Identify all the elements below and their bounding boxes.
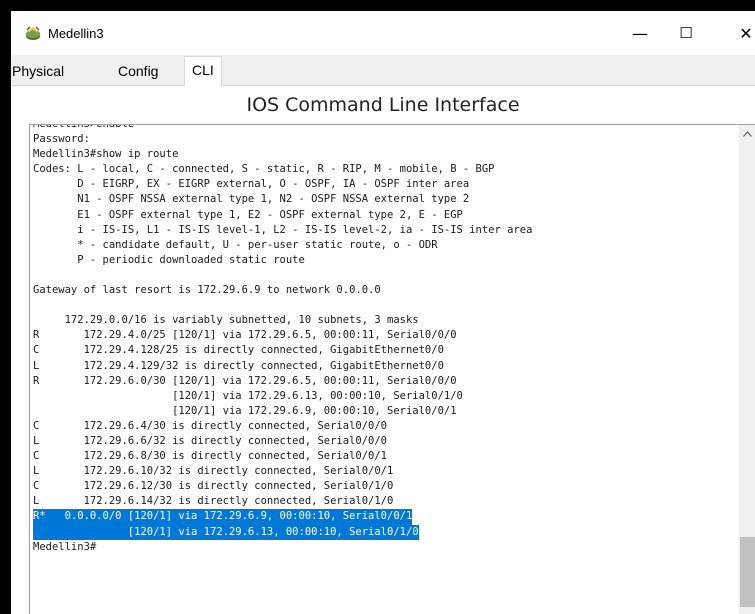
scroll-thumb[interactable] bbox=[740, 537, 755, 607]
terminal-line: [120/1] via 172.29.6.13, 00:00:10, Seria… bbox=[33, 524, 532, 540]
line-text: L 172.29.6.10/32 is directly connected, … bbox=[33, 465, 394, 478]
line-text: Medellin3# bbox=[33, 540, 97, 553]
panel-heading: IOS Command Line Interface bbox=[246, 94, 520, 116]
close-button[interactable]: ✕ bbox=[723, 11, 755, 55]
terminal-line: Medellin3# bbox=[33, 540, 532, 555]
line-text: R 172.29.4.0/25 [120/1] via 172.29.6.5, … bbox=[33, 329, 457, 342]
terminal-line: Medellin3>enable bbox=[33, 124, 532, 132]
line-text: Codes: L - local, C - connected, S - sta… bbox=[33, 163, 495, 176]
vertical-scrollbar[interactable] bbox=[739, 125, 755, 614]
terminal-line: C 172.29.6.4/30 is directly connected, S… bbox=[33, 419, 532, 434]
terminal-line: L 172.29.6.14/32 is directly connected, … bbox=[33, 494, 532, 509]
line-text: C 172.29.6.12/30 is directly connected, … bbox=[33, 480, 394, 493]
tab-bar: Physical Config CLI bbox=[11, 55, 755, 87]
terminal-line: C 172.29.4.128/25 is directly connected,… bbox=[33, 343, 532, 358]
terminal-line: i - IS-IS, L1 - IS-IS level-1, L2 - IS-I… bbox=[33, 223, 532, 238]
terminal-line: Codes: L - local, C - connected, S - sta… bbox=[33, 162, 532, 177]
terminal-line: R 172.29.6.0/30 [120/1] via 172.29.6.5, … bbox=[33, 374, 532, 389]
line-text: L 172.29.6.14/32 is directly connected, … bbox=[33, 495, 394, 508]
line-text: * - candidate default, U - per-user stat… bbox=[33, 238, 438, 251]
line-text: Medellin3>enable bbox=[33, 124, 135, 130]
terminal-line: 172.29.0.0/16 is variably subnetted, 10 … bbox=[33, 313, 532, 328]
line-text: C 172.29.4.128/25 is directly connected,… bbox=[33, 344, 444, 357]
terminal-line: R 172.29.4.0/25 [120/1] via 172.29.6.5, … bbox=[33, 328, 532, 343]
terminal-line: D - EIGRP, EX - EIGRP external, O - OSPF… bbox=[33, 177, 532, 192]
tab-physical[interactable]: Physical bbox=[11, 59, 71, 83]
selected-line-text: [120/1] via 172.29.6.13, 00:00:10, Seria… bbox=[33, 524, 419, 540]
line-text: E1 - OSPF external type 1, E2 - OSPF ext… bbox=[33, 208, 463, 221]
line-text: [120/1] via 172.29.6.13, 00:00:10, Seria… bbox=[33, 389, 463, 402]
terminal-line: L 172.29.6.6/32 is directly connected, S… bbox=[33, 434, 532, 449]
terminal-line: L 172.29.4.129/32 is directly connected,… bbox=[33, 359, 532, 374]
title-bar[interactable]: Medellin3 — ☐ ✕ bbox=[11, 11, 755, 55]
terminal-line: Medellin3#show ip route bbox=[33, 147, 532, 162]
line-text: P - periodic downloaded static route bbox=[33, 253, 305, 266]
terminal-line: C 172.29.6.12/30 is directly connected, … bbox=[33, 479, 532, 494]
line-text: R 172.29.6.0/30 [120/1] via 172.29.6.5, … bbox=[33, 374, 457, 387]
tab-cli[interactable]: CLI bbox=[184, 56, 222, 87]
tab-config[interactable]: Config bbox=[111, 59, 165, 83]
line-text: C 172.29.6.8/30 is directly connected, S… bbox=[33, 450, 388, 463]
selected-line-text: R* 0.0.0.0/0 [120/1] via 172.29.6.9, 00:… bbox=[33, 509, 413, 525]
line-text: Medellin3#show ip route bbox=[33, 148, 179, 161]
line-text: 172.29.0.0/16 is variably subnetted, 10 … bbox=[33, 314, 419, 327]
cli-panel: IOS Command Line Interface Medellin3>ena… bbox=[11, 86, 755, 614]
line-text: N1 - OSPF NSSA external type 1, N2 - OSP… bbox=[33, 193, 470, 206]
terminal-line: [120/1] via 172.29.6.13, 00:00:10, Seria… bbox=[33, 389, 532, 404]
line-text: [120/1] via 172.29.6.9, 00:00:10, Serial… bbox=[33, 404, 457, 417]
line-text: D - EIGRP, EX - EIGRP external, O - OSPF… bbox=[33, 178, 470, 191]
terminal-line: P - periodic downloaded static route bbox=[33, 253, 532, 268]
line-text: Gateway of last resort is 172.29.6.9 to … bbox=[33, 284, 381, 297]
minimize-button[interactable]: — bbox=[617, 11, 663, 55]
scroll-up-arrow-icon[interactable] bbox=[739, 125, 755, 142]
router-window: Medellin3 — ☐ ✕ Physical Config CLI IOS … bbox=[11, 11, 755, 614]
terminal-line: Password: bbox=[33, 132, 532, 147]
maximize-button[interactable]: ☐ bbox=[663, 11, 709, 55]
window-title: Medellin3 bbox=[48, 26, 104, 41]
line-text: C 172.29.6.4/30 is directly connected, S… bbox=[33, 419, 388, 432]
line-text: L 172.29.4.129/32 is directly connected,… bbox=[33, 359, 444, 372]
terminal-line: N1 - OSPF NSSA external type 1, N2 - OSP… bbox=[33, 192, 532, 207]
line-text: L 172.29.6.6/32 is directly connected, S… bbox=[33, 434, 388, 447]
terminal-line: [120/1] via 172.29.6.9, 00:00:10, Serial… bbox=[33, 404, 532, 419]
line-text: Password: bbox=[33, 133, 90, 146]
terminal-line: Gateway of last resort is 172.29.6.9 to … bbox=[33, 283, 532, 298]
terminal-line: C 172.29.6.8/30 is directly connected, S… bbox=[33, 449, 532, 464]
line-text: i - IS-IS, L1 - IS-IS level-1, L2 - IS-I… bbox=[33, 223, 533, 236]
cli-terminal[interactable]: Medellin3>enable Password: Medellin3#show … bbox=[29, 124, 755, 614]
terminal-line: E1 - OSPF external type 1, E2 - OSPF ext… bbox=[33, 208, 532, 223]
terminal-output[interactable]: Medellin3>enable Password: Medellin3#show … bbox=[33, 124, 532, 555]
terminal-line: * - candidate default, U - per-user stat… bbox=[33, 238, 532, 253]
terminal-line: L 172.29.6.10/32 is directly connected, … bbox=[33, 464, 532, 479]
terminal-line: R* 0.0.0.0/0 [120/1] via 172.29.6.9, 00:… bbox=[33, 509, 532, 525]
router-icon bbox=[24, 26, 42, 42]
